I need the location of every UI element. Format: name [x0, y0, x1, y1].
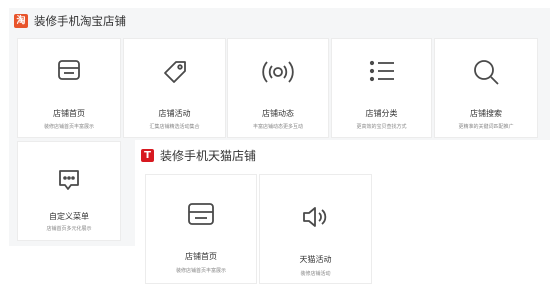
- tag-icon: [124, 59, 225, 85]
- taobao-card-shop-home[interactable]: 店铺首页 装修店铺首页丰富展示: [17, 38, 121, 138]
- card-label: 店铺首页: [53, 109, 85, 118]
- card-description: 装修店铺首页丰富展示: [175, 268, 226, 274]
- card-description: 店铺首页多元化展示: [46, 226, 92, 232]
- card-label: 店铺首页: [185, 252, 217, 261]
- card-description: 装修店铺活动: [300, 271, 331, 277]
- card-description: 更精准的关键词匹配推广: [458, 124, 514, 130]
- card-label: 店铺分类: [365, 109, 398, 118]
- storefront-icon: [146, 202, 256, 226]
- speaker-icon: [260, 206, 371, 228]
- taobao-section-title: 装修手机淘宝店铺: [34, 14, 126, 28]
- search-icon: [435, 58, 537, 86]
- card-label: 自定义菜单: [49, 212, 89, 221]
- card-description: 汇集店铺精选活动集合: [149, 124, 200, 130]
- taobao-card-custom-menu[interactable]: 自定义菜单 店铺首页多元化展示: [17, 141, 121, 241]
- taobao-card-shop-activity[interactable]: 店铺活动 汇集店铺精选活动集合: [123, 38, 226, 138]
- list-icon: [332, 60, 431, 82]
- taobao-card-shop-category[interactable]: 店铺分类 更高效的宝贝查找方式: [331, 38, 432, 138]
- broadcast-icon: [228, 59, 328, 85]
- card-description: 装修店铺首页丰富展示: [43, 124, 94, 130]
- card-description: 更高效的宝贝查找方式: [356, 124, 407, 130]
- card-description: 丰富店铺动态更多互动: [252, 124, 303, 130]
- taobao-section-header: 淘 装修手机淘宝店铺: [14, 13, 126, 29]
- tmall-section-header: T 装修手机天猫店铺: [141, 147, 256, 164]
- chat-menu-icon: [18, 168, 120, 192]
- taobao-card-shop-search[interactable]: 店铺搜索 更精准的关键词匹配推广: [434, 38, 538, 138]
- tmall-section-title: 装修手机天猫店铺: [160, 149, 257, 163]
- card-label: 店铺动态: [262, 109, 294, 118]
- taobao-logo-badge: 淘: [14, 14, 28, 28]
- card-label: 天猫活动: [299, 255, 332, 264]
- tmall-card-tmall-activity[interactable]: 天猫活动 装修店铺活动: [259, 174, 372, 284]
- taobao-card-shop-feed[interactable]: 店铺动态 丰富店铺动态更多互动: [227, 38, 329, 138]
- tmall-logo-badge: T: [141, 149, 154, 162]
- card-label: 店铺搜索: [470, 109, 502, 118]
- tmall-card-shop-home[interactable]: 店铺首页 装修店铺首页丰富展示: [145, 174, 257, 284]
- card-label: 店铺活动: [158, 109, 191, 118]
- storefront-icon: [18, 59, 120, 81]
